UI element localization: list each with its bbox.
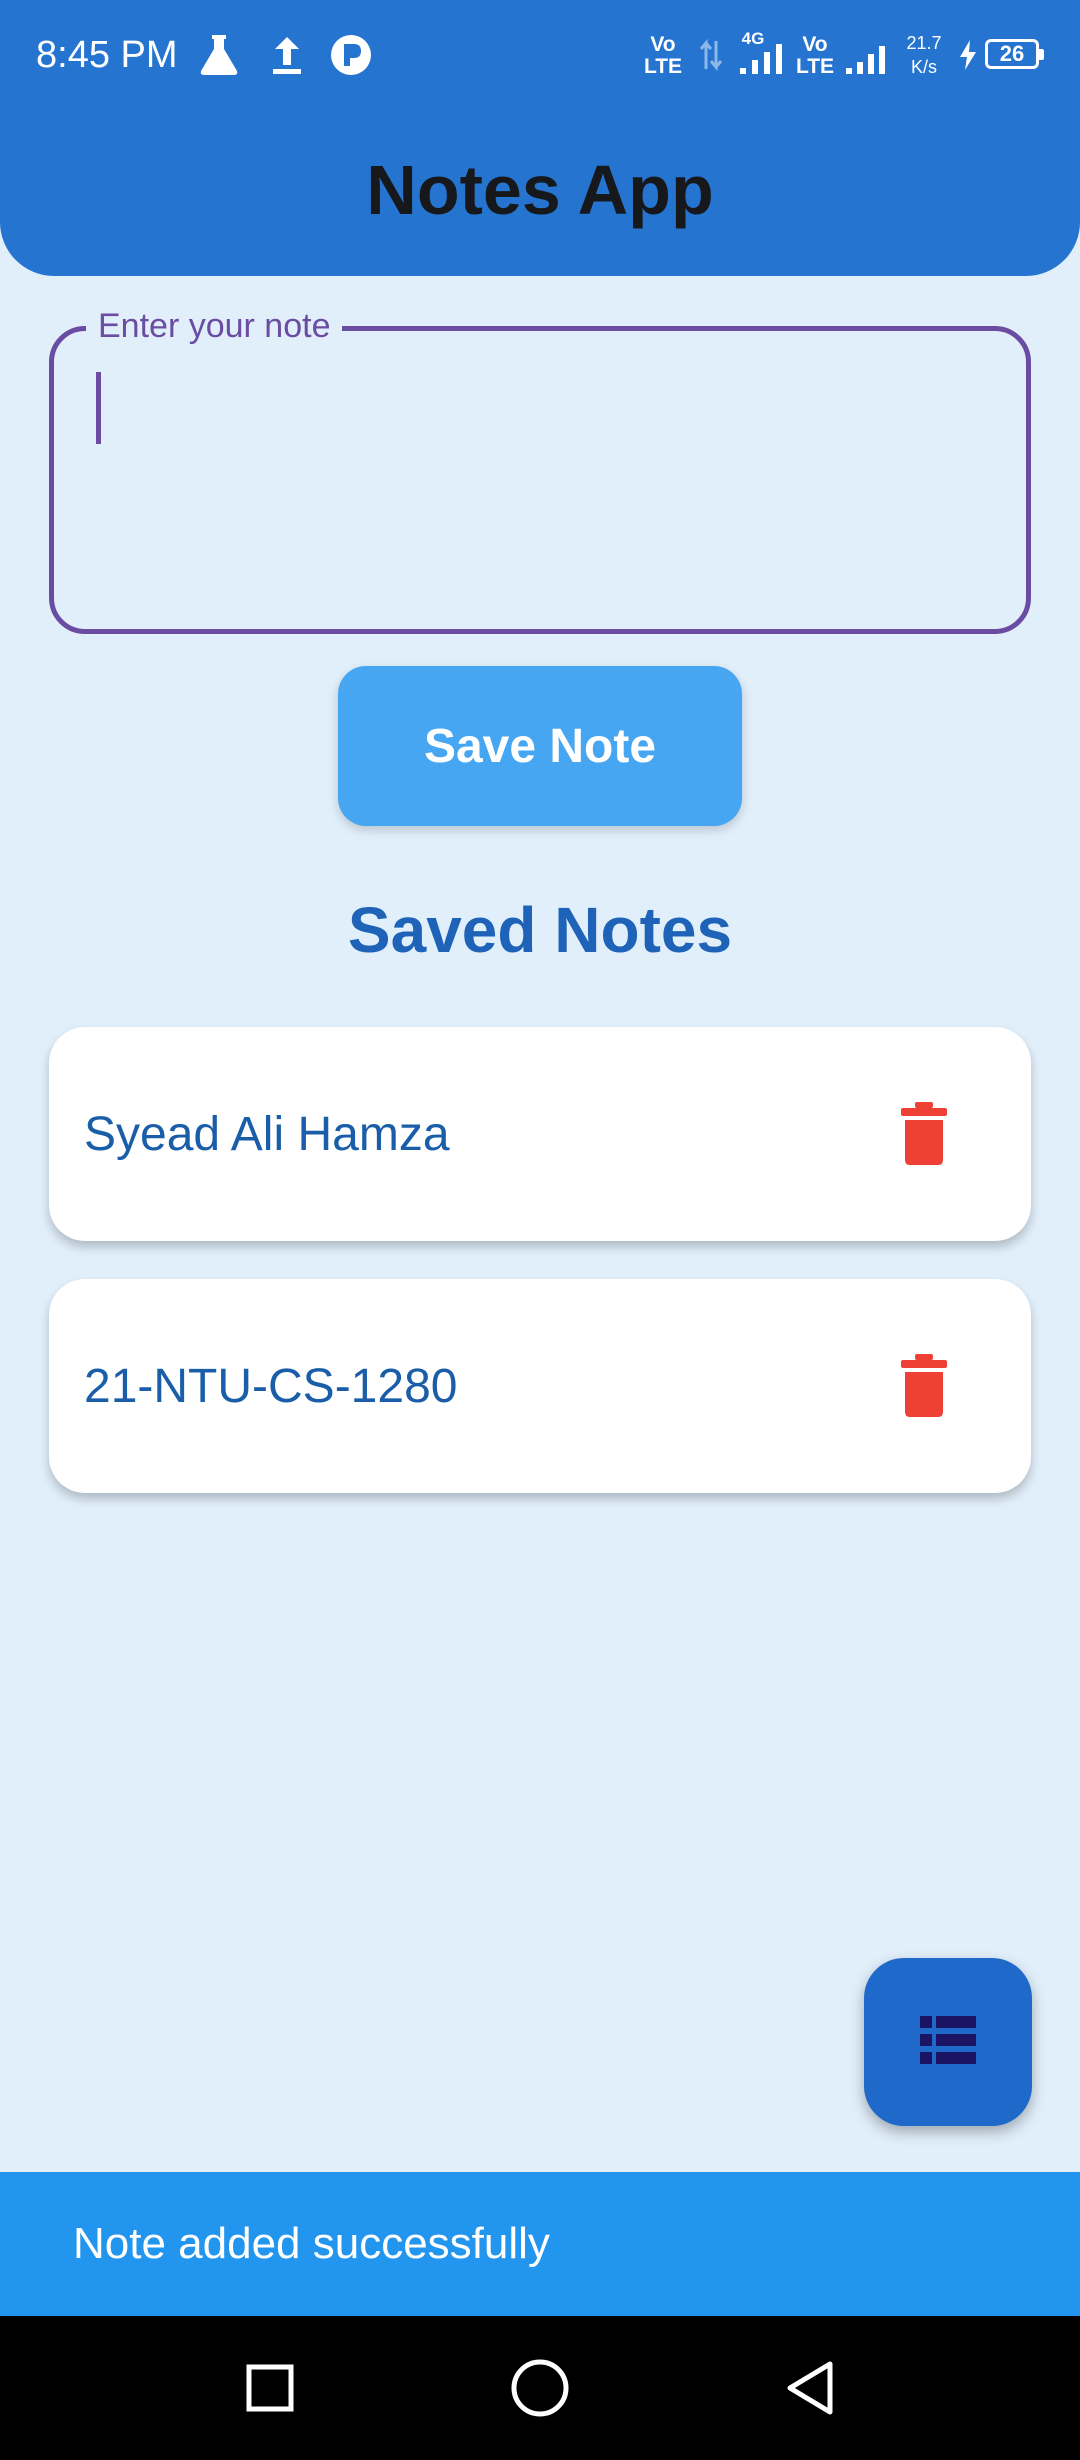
save-note-button[interactable]: Save Note (338, 666, 742, 826)
signal-icon (842, 30, 890, 80)
note-card[interactable]: Syead Ali Hamza (49, 1027, 1031, 1241)
status-time: 8:45 PM (36, 34, 178, 76)
app-bar: 8:45 PM Vo LTE 4G Vo LTE 21.7 K/s 26 Not… (0, 0, 1080, 276)
signal-icon (736, 30, 788, 80)
snackbar: Note added successfully (0, 2172, 1080, 2316)
note-text: Syead Ali Hamza (84, 1107, 450, 1161)
navigation-bar (0, 2316, 1080, 2460)
recents-icon[interactable] (230, 2348, 310, 2428)
flask-icon (194, 30, 244, 80)
note-input[interactable] (78, 360, 1002, 604)
home-icon[interactable] (500, 2348, 580, 2428)
app-notification-icon (326, 30, 376, 80)
volte-label: LTE (643, 55, 683, 78)
trash-icon[interactable] (899, 1354, 949, 1418)
status-bar: 8:45 PM Vo LTE 4G Vo LTE 21.7 K/s 26 (0, 0, 1080, 110)
network-speed-unit: K/s (910, 57, 937, 77)
snackbar-message: Note added successfully (73, 2219, 550, 2268)
charging-icon (954, 30, 982, 80)
network-speed: 21.7 (906, 33, 942, 53)
upload-icon (262, 30, 312, 80)
list-icon (920, 2015, 976, 2069)
app-title: Notes App (366, 151, 714, 229)
note-input-label: Enter your note (86, 306, 343, 346)
view-list-button[interactable] (864, 1958, 1032, 2126)
volte-label: Vo (802, 33, 828, 56)
saved-notes-title: Saved Notes (347, 894, 733, 966)
text-cursor (96, 372, 101, 444)
battery-icon: 26 (985, 39, 1044, 69)
trash-icon[interactable] (899, 1102, 949, 1166)
note-card[interactable]: 21-NTU-CS-1280 (49, 1279, 1031, 1493)
volte-label: Vo (650, 33, 676, 56)
note-text: 21-NTU-CS-1280 (84, 1359, 458, 1413)
back-icon[interactable] (770, 2348, 850, 2428)
data-arrows-icon (696, 30, 726, 80)
volte-label: LTE (795, 55, 835, 78)
